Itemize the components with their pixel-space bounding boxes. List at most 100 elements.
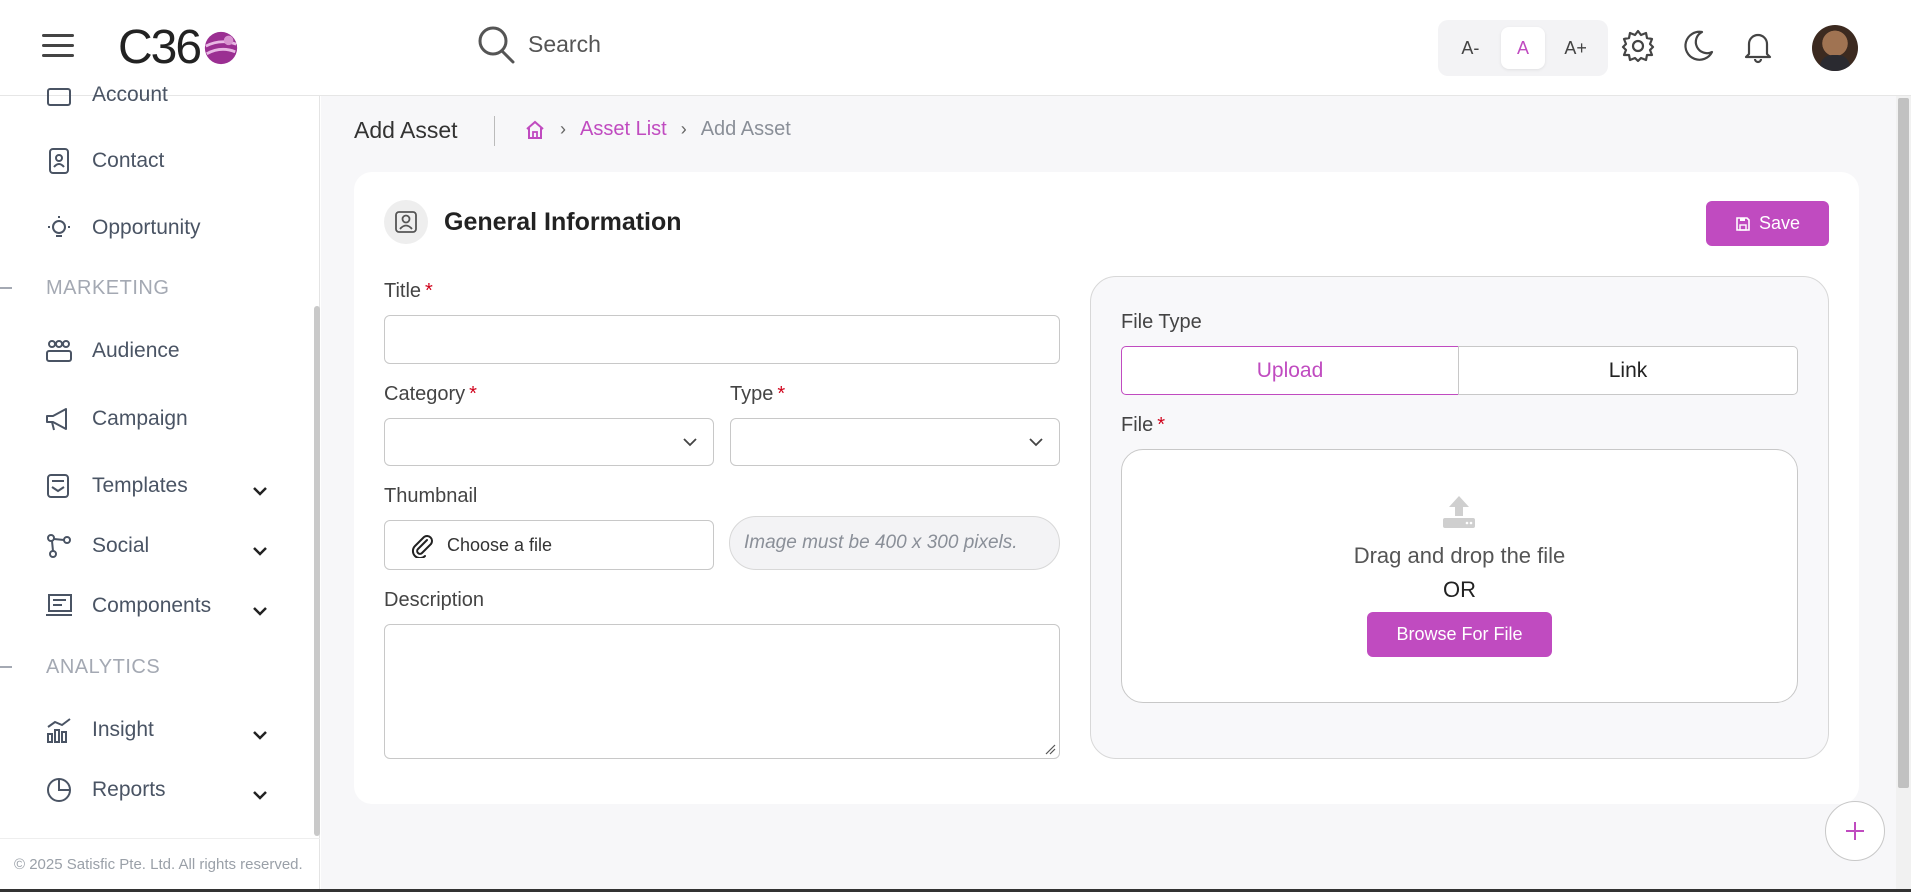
search-icon [478, 26, 515, 64]
sidebar-item-label: Reports [92, 778, 166, 801]
sidebar-item-templates[interactable]: Templates [44, 471, 188, 501]
pie-icon [44, 775, 74, 805]
plus-icon [1846, 822, 1864, 840]
sidebar-item-label: Account [92, 83, 168, 106]
chevron-down-icon[interactable] [250, 601, 270, 621]
sidebar-item-label: Social [92, 534, 150, 557]
profile-icon [384, 200, 428, 244]
file-label: File * [1121, 414, 1166, 436]
sidebar-item-label: Insight [92, 718, 154, 741]
section-analytics: ANALYTICS [46, 656, 161, 678]
bell-icon[interactable] [1740, 28, 1776, 64]
section-title: General Information [444, 208, 682, 236]
file-dropzone[interactable] [1121, 449, 1798, 703]
sidebar-item-social[interactable]: Social [44, 531, 149, 561]
description-label: Description [384, 589, 485, 611]
thumbnail-label: Thumbnail [384, 485, 478, 507]
audience-icon [44, 336, 74, 366]
sidebar-item-components[interactable]: Components [44, 591, 211, 621]
megaphone-icon [44, 404, 74, 434]
breadcrumb: › Asset List › Add Asset [524, 118, 791, 141]
breadcrumb-current: Add Asset [700, 118, 791, 140]
title-label: Title * [384, 280, 433, 302]
logo[interactable]: C36 [118, 20, 240, 75]
file-type-label: File Type [1121, 311, 1202, 333]
user-avatar[interactable] [1812, 25, 1858, 71]
copyright-text: © 2025 Satisfic Pte. Ltd. All rights res… [14, 856, 303, 873]
add-floating-button[interactable] [1825, 801, 1885, 861]
sidebar-item-label: Campaign [92, 407, 188, 430]
description-textarea[interactable] [384, 624, 1060, 759]
sidebar-item-label: Opportunity [92, 216, 201, 239]
chart-icon [44, 715, 74, 745]
home-icon[interactable] [524, 119, 546, 141]
footer-divider [0, 838, 320, 839]
sidebar-item-label: Components [92, 594, 212, 617]
search-input[interactable]: Search [528, 31, 601, 58]
drag-drop-text: Drag and drop the file [1353, 543, 1566, 568]
section-divider [0, 287, 12, 289]
thumbnail-hint: Image must be 400 x 300 pixels. [729, 516, 1060, 570]
sidebar-item-label: Contact [92, 149, 165, 172]
chevron-down-icon [1029, 438, 1043, 447]
font-size-controls: A- A A+ [1438, 20, 1608, 76]
type-select[interactable] [730, 418, 1060, 466]
sidebar-item-opportunity[interactable]: Opportunity [44, 213, 201, 243]
moon-icon[interactable] [1680, 28, 1716, 64]
chevron-down-icon[interactable] [250, 481, 270, 501]
gear-icon[interactable] [1620, 28, 1656, 64]
search-bar[interactable]: Search [476, 24, 601, 64]
sidebar: Account Contact Opportunity MARKETING Au… [0, 83, 320, 892]
chevron-down-icon[interactable] [250, 541, 270, 561]
breadcrumb-divider [494, 116, 495, 146]
logo-ball-icon [204, 31, 238, 64]
file-type-upload-option[interactable]: Upload [1121, 346, 1459, 395]
account-icon [44, 80, 74, 110]
share-icon [44, 531, 74, 561]
font-normal-button[interactable]: A [1500, 27, 1545, 69]
choose-file-button[interactable]: Choose a file [384, 520, 714, 570]
category-label: Category * [384, 383, 477, 405]
sidebar-item-contact[interactable]: Contact [44, 146, 164, 176]
type-label: Type * [730, 383, 786, 405]
logo-text: C36 [118, 21, 202, 74]
sidebar-item-label: Templates [92, 474, 188, 497]
sidebar-scrollbar[interactable] [314, 306, 320, 836]
sidebar-item-audience[interactable]: Audience [44, 336, 180, 366]
lightbulb-icon [44, 213, 74, 243]
chevron-down-icon [683, 438, 697, 447]
paperclip-icon [411, 535, 433, 558]
page-title: Add Asset [354, 117, 458, 143]
title-input[interactable] [384, 315, 1060, 364]
save-button[interactable]: Save [1706, 201, 1829, 246]
resize-grip-icon[interactable] [1044, 743, 1056, 755]
chevron-down-icon[interactable] [250, 725, 270, 745]
top-header: C36 Search A- A A+ [0, 0, 1911, 96]
breadcrumb-link-asset-list[interactable]: Asset List [580, 118, 667, 141]
sidebar-item-label: Audience [92, 339, 180, 362]
section-divider [0, 666, 12, 668]
section-marketing: MARKETING [46, 277, 170, 299]
choose-file-label: Choose a file [447, 534, 553, 555]
contact-icon [44, 146, 74, 176]
browse-file-button[interactable]: Browse For File [1367, 612, 1552, 657]
font-decrease-button[interactable]: A- [1448, 27, 1492, 69]
sidebar-item-account[interactable]: Account [44, 80, 168, 110]
or-text: OR [1443, 577, 1476, 602]
sidebar-item-reports[interactable]: Reports [44, 775, 166, 805]
file-type-link-option[interactable]: Link [1458, 346, 1798, 395]
page-scrollbar-thumb[interactable] [1898, 98, 1909, 788]
category-select[interactable] [384, 418, 714, 466]
components-icon [44, 591, 74, 621]
breadcrumb-arrow-icon: › [560, 119, 566, 139]
sidebar-item-campaign[interactable]: Campaign [44, 404, 188, 434]
chevron-down-icon[interactable] [250, 785, 270, 805]
upload-icon [1443, 496, 1475, 528]
font-increase-button[interactable]: A+ [1554, 27, 1598, 69]
template-icon [44, 471, 74, 501]
save-icon [1736, 216, 1750, 231]
breadcrumb-arrow-icon: › [680, 119, 687, 139]
save-button-label: Save [1758, 213, 1801, 233]
menu-icon[interactable] [42, 34, 74, 62]
sidebar-item-insight[interactable]: Insight [44, 715, 154, 745]
